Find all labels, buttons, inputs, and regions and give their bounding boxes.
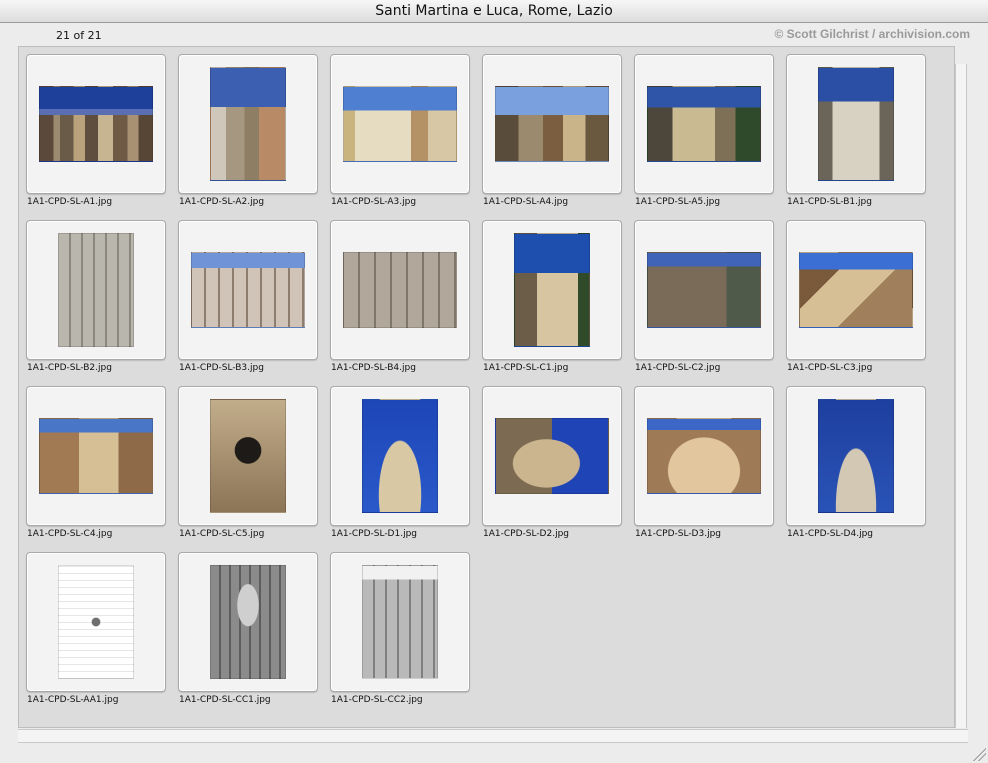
thumbnail-image[interactable] (343, 86, 457, 162)
thumbnail-item[interactable]: 1A1-CPD-SL-AA1.jpg (26, 552, 166, 705)
thumbnail-frame[interactable] (634, 54, 774, 194)
thumbnail-image[interactable] (495, 418, 609, 494)
thumbnail-caption: 1A1-CPD-SL-D2.jpg (483, 529, 570, 539)
thumbnail-frame[interactable] (26, 54, 166, 194)
thumbnail-caption: 1A1-CPD-SL-D4.jpg (787, 529, 874, 539)
thumbnail-image[interactable] (495, 86, 609, 162)
thumbnail-frame[interactable] (482, 386, 622, 526)
resize-grip-icon[interactable] (972, 747, 986, 761)
thumbnail-caption: 1A1-CPD-SL-CC2.jpg (331, 695, 423, 705)
window-title: Santi Martina e Luca, Rome, Lazio (375, 3, 613, 19)
thumbnail-image[interactable] (647, 252, 761, 328)
thumbnail-caption: 1A1-CPD-SL-A3.jpg (331, 197, 417, 207)
thumbnail-caption: 1A1-CPD-SL-D3.jpg (635, 529, 722, 539)
thumbnail-item[interactable]: 1A1-CPD-SL-D4.jpg (786, 386, 926, 539)
thumbnail-caption: 1A1-CPD-SL-CC1.jpg (179, 695, 271, 705)
thumbnail-item[interactable]: 1A1-CPD-SL-B3.jpg (178, 220, 318, 373)
thumbnail-image[interactable] (210, 565, 286, 679)
thumbnail-frame[interactable] (330, 220, 470, 360)
thumbnail-caption: 1A1-CPD-SL-B2.jpg (27, 363, 112, 373)
vertical-scrollbar[interactable] (955, 64, 967, 728)
thumbnail-item[interactable]: 1A1-CPD-SL-C3.jpg (786, 220, 926, 373)
thumbnail-caption: 1A1-CPD-SL-A5.jpg (635, 197, 721, 207)
thumbnail-caption: 1A1-CPD-SL-C4.jpg (27, 529, 113, 539)
thumbnail-caption: 1A1-CPD-SL-A2.jpg (179, 197, 265, 207)
thumbnail-caption: 1A1-CPD-SL-C1.jpg (483, 363, 569, 373)
thumbnail-image[interactable] (58, 233, 134, 347)
horizontal-scrollbar[interactable] (18, 729, 968, 743)
thumbnail-caption: 1A1-CPD-SL-C3.jpg (787, 363, 873, 373)
thumbnail-frame[interactable] (26, 386, 166, 526)
thumbnail-image[interactable] (39, 418, 153, 494)
thumbnail-image[interactable] (818, 399, 894, 513)
thumbnail-item[interactable]: 1A1-CPD-SL-A2.jpg (178, 54, 318, 207)
thumbnail-area: 1A1-CPD-SL-A1.jpg 1A1-CPD-SL-A2.jpg 1A1-… (18, 46, 955, 728)
thumbnail-frame[interactable] (178, 220, 318, 360)
thumbnail-image[interactable] (343, 252, 457, 328)
thumbnail-caption: 1A1-CPD-SL-B1.jpg (787, 197, 872, 207)
thumbnail-image[interactable] (39, 86, 153, 162)
thumbnail-image[interactable] (362, 399, 438, 513)
thumbnail-frame[interactable] (178, 54, 318, 194)
thumbnail-image[interactable] (647, 418, 761, 494)
thumbnail-frame[interactable] (634, 386, 774, 526)
thumbnail-item[interactable]: 1A1-CPD-SL-A1.jpg (26, 54, 166, 207)
title-bar[interactable]: Santi Martina e Luca, Rome, Lazio (0, 0, 988, 23)
thumbnail-item[interactable]: 1A1-CPD-SL-CC2.jpg (330, 552, 470, 705)
thumbnail-item[interactable]: 1A1-CPD-SL-D3.jpg (634, 386, 774, 539)
thumbnail-item[interactable]: 1A1-CPD-SL-C4.jpg (26, 386, 166, 539)
thumbnail-grid: 1A1-CPD-SL-A1.jpg 1A1-CPD-SL-A2.jpg 1A1-… (26, 54, 946, 705)
thumbnail-item[interactable]: 1A1-CPD-SL-C1.jpg (482, 220, 622, 373)
thumbnail-item[interactable]: 1A1-CPD-SL-D1.jpg (330, 386, 470, 539)
thumbnail-image[interactable] (647, 86, 761, 162)
thumbnail-item[interactable]: 1A1-CPD-SL-B1.jpg (786, 54, 926, 207)
thumbnail-frame[interactable] (178, 386, 318, 526)
thumbnail-caption: 1A1-CPD-SL-AA1.jpg (27, 695, 119, 705)
thumbnail-item[interactable]: 1A1-CPD-SL-B2.jpg (26, 220, 166, 373)
thumbnail-frame[interactable] (634, 220, 774, 360)
thumbnail-frame[interactable] (26, 552, 166, 692)
thumbnail-item[interactable]: 1A1-CPD-SL-C5.jpg (178, 386, 318, 539)
thumbnail-item[interactable]: 1A1-CPD-SL-D2.jpg (482, 386, 622, 539)
thumbnail-frame[interactable] (178, 552, 318, 692)
thumbnail-image[interactable] (362, 565, 438, 679)
thumbnail-item[interactable]: 1A1-CPD-SL-B4.jpg (330, 220, 470, 373)
thumbnail-image[interactable] (58, 565, 134, 679)
thumbnail-frame[interactable] (786, 386, 926, 526)
thumbnail-image[interactable] (210, 67, 286, 181)
thumbnail-frame[interactable] (330, 386, 470, 526)
image-count: 21 of 21 (56, 29, 102, 42)
thumbnail-image[interactable] (818, 67, 894, 181)
header-bar: 21 of 21 © Scott Gilchrist / archivision… (0, 23, 988, 45)
thumbnail-caption: 1A1-CPD-SL-C2.jpg (635, 363, 721, 373)
thumbnail-image[interactable] (514, 233, 590, 347)
thumbnail-frame[interactable] (482, 54, 622, 194)
thumbnail-frame[interactable] (330, 54, 470, 194)
thumbnail-item[interactable]: 1A1-CPD-SL-CC1.jpg (178, 552, 318, 705)
thumbnail-image[interactable] (191, 252, 305, 328)
thumbnail-item[interactable]: 1A1-CPD-SL-C2.jpg (634, 220, 774, 373)
credit-text: © Scott Gilchrist / archivision.com (774, 27, 970, 41)
thumbnail-caption: 1A1-CPD-SL-A1.jpg (27, 197, 113, 207)
thumbnail-frame[interactable] (786, 54, 926, 194)
thumbnail-caption: 1A1-CPD-SL-B4.jpg (331, 363, 416, 373)
thumbnail-item[interactable]: 1A1-CPD-SL-A5.jpg (634, 54, 774, 207)
thumbnail-caption: 1A1-CPD-SL-B3.jpg (179, 363, 264, 373)
thumbnail-item[interactable]: 1A1-CPD-SL-A3.jpg (330, 54, 470, 207)
thumbnail-frame[interactable] (26, 220, 166, 360)
thumbnail-frame[interactable] (330, 552, 470, 692)
thumbnail-frame[interactable] (482, 220, 622, 360)
image-browser-window: Santi Martina e Luca, Rome, Lazio 21 of … (0, 0, 988, 763)
thumbnail-frame[interactable] (786, 220, 926, 360)
thumbnail-image[interactable] (799, 252, 913, 328)
thumbnail-image[interactable] (210, 399, 286, 513)
thumbnail-item[interactable]: 1A1-CPD-SL-A4.jpg (482, 54, 622, 207)
thumbnail-caption: 1A1-CPD-SL-A4.jpg (483, 197, 569, 207)
thumbnail-caption: 1A1-CPD-SL-D1.jpg (331, 529, 418, 539)
thumbnail-caption: 1A1-CPD-SL-C5.jpg (179, 529, 265, 539)
